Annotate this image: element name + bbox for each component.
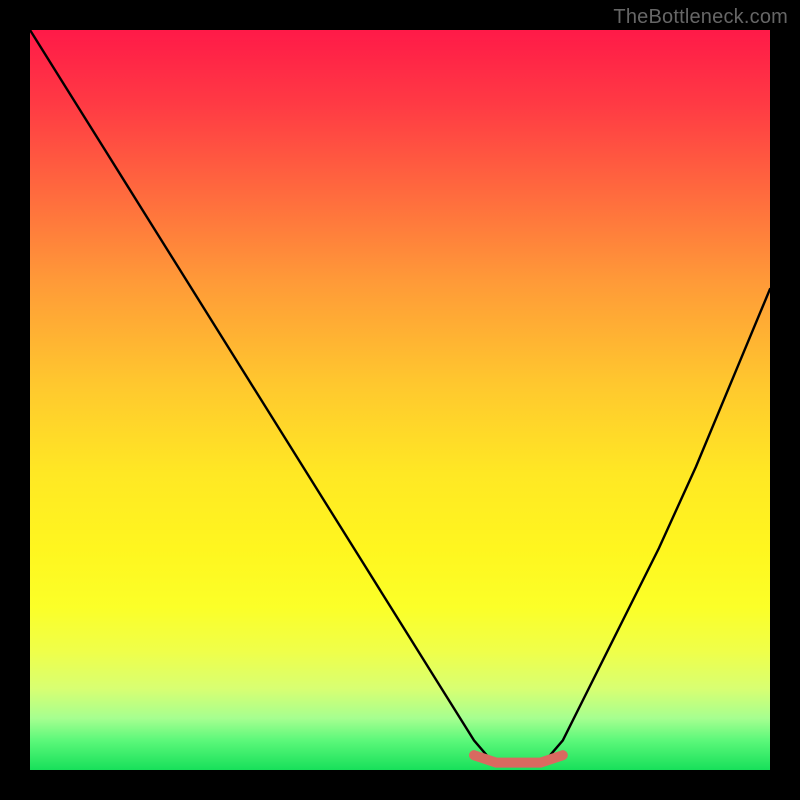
outer-frame: TheBottleneck.com xyxy=(0,0,800,800)
chart-svg xyxy=(30,30,770,770)
watermark-text: TheBottleneck.com xyxy=(613,6,788,29)
optimal-band-path xyxy=(474,755,563,762)
bottleneck-curve-path xyxy=(30,30,770,766)
plot-area xyxy=(30,30,770,770)
